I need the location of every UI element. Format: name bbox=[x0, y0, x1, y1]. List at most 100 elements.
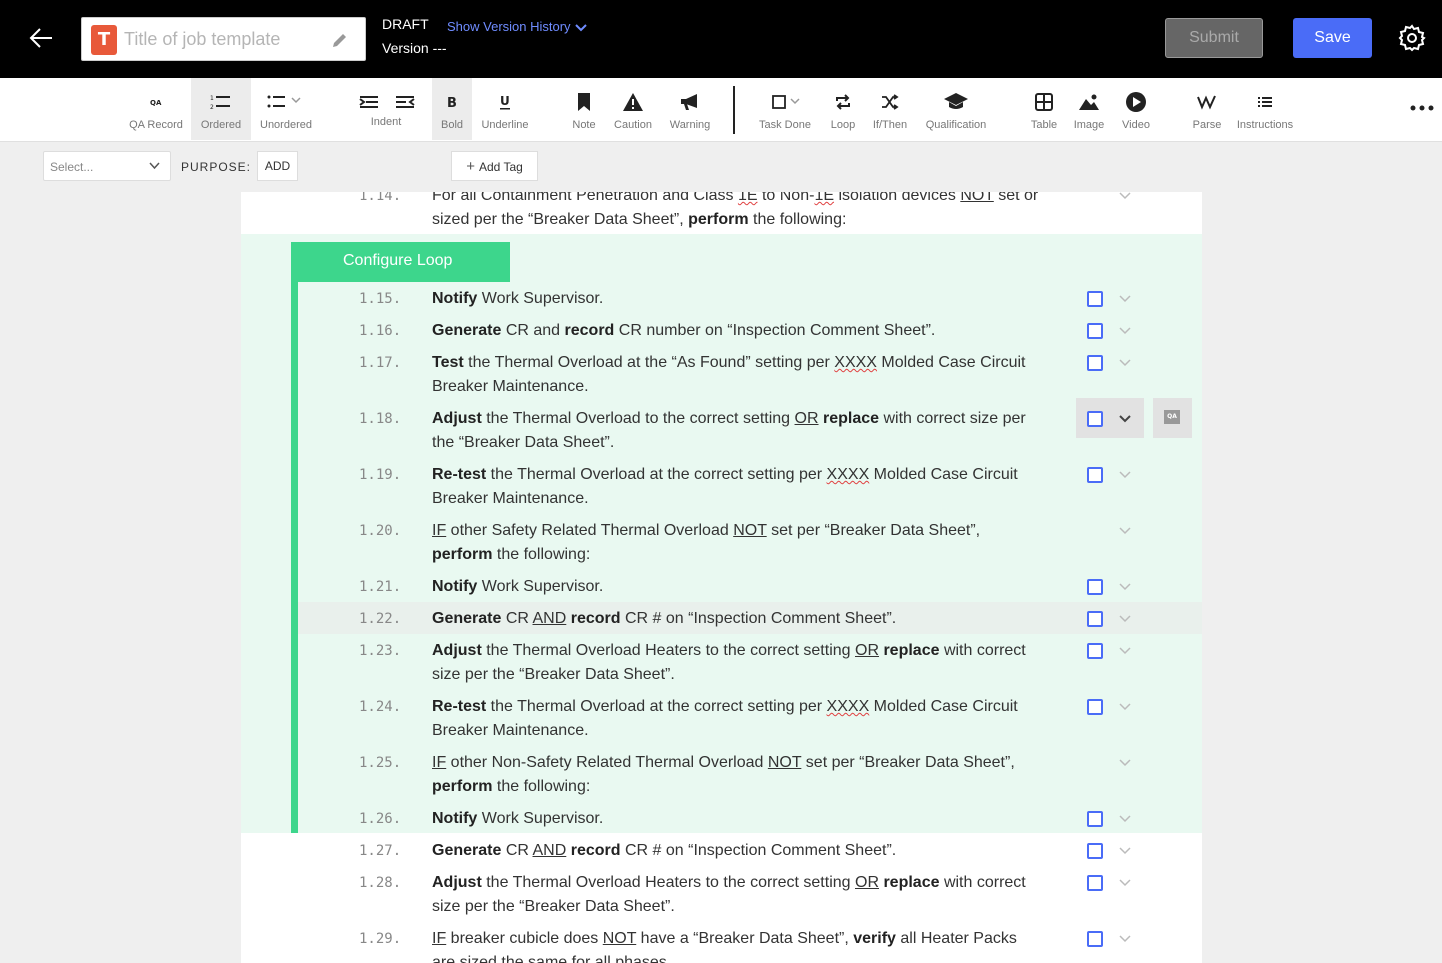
qa-record-button[interactable]: QA bbox=[1153, 398, 1192, 438]
title-input[interactable] bbox=[124, 26, 324, 52]
step-text[interactable]: Notify Work Supervisor. bbox=[432, 287, 1042, 311]
add-purpose-button[interactable]: ADD bbox=[257, 151, 298, 181]
task-checkbox[interactable] bbox=[1087, 579, 1103, 595]
chevron-down-icon[interactable] bbox=[1116, 641, 1134, 659]
toolbar-note[interactable]: Note bbox=[565, 78, 603, 140]
list-icon bbox=[1232, 90, 1298, 114]
svg-text:QA: QA bbox=[150, 99, 162, 107]
step-text[interactable]: For all Containment Penetration and Clas… bbox=[432, 192, 1042, 232]
checkbox-icon bbox=[756, 90, 814, 114]
qa-icon: QA bbox=[1164, 410, 1180, 424]
chevron-down-icon[interactable] bbox=[1116, 577, 1134, 595]
play-icon bbox=[1116, 90, 1156, 114]
toolbar-video[interactable]: Video bbox=[1116, 78, 1156, 140]
toolbar-underline[interactable]: U Underline bbox=[478, 78, 532, 140]
status-label: DRAFT bbox=[382, 16, 429, 32]
task-checkbox[interactable] bbox=[1087, 843, 1103, 859]
bookmark-icon bbox=[565, 90, 603, 114]
toolbar-parse[interactable]: Parse bbox=[1188, 78, 1226, 140]
chevron-down-icon[interactable] bbox=[1116, 409, 1134, 427]
parse-icon bbox=[1188, 90, 1226, 114]
chevron-down-icon[interactable] bbox=[1116, 873, 1134, 891]
top-bar: T DRAFT Version --- Show Version History… bbox=[0, 0, 1442, 78]
step-text[interactable]: Notify Work Supervisor. bbox=[432, 807, 1042, 831]
toolbar-unordered[interactable]: Unordered bbox=[255, 78, 317, 140]
toolbar-image[interactable]: Image bbox=[1068, 78, 1110, 140]
step-text[interactable]: Notify Work Supervisor. bbox=[432, 575, 1042, 599]
megaphone-icon bbox=[665, 90, 715, 114]
document-editor[interactable]: Configure Loop QA 1.14. For all Containm… bbox=[241, 192, 1202, 963]
toolbar-table[interactable]: Table bbox=[1024, 78, 1064, 140]
back-arrow-icon[interactable] bbox=[26, 22, 58, 54]
pencil-icon[interactable] bbox=[330, 30, 350, 50]
task-checkbox[interactable] bbox=[1087, 411, 1103, 427]
chevron-down-icon[interactable] bbox=[1116, 929, 1134, 947]
chevron-down-icon[interactable] bbox=[1116, 521, 1134, 539]
chevron-down-icon[interactable] bbox=[1116, 609, 1134, 627]
toolbar-qa-record[interactable]: QA QA Record bbox=[125, 78, 187, 140]
indent-icon bbox=[353, 90, 419, 114]
toolbar-if-then[interactable]: If/Then bbox=[868, 78, 912, 140]
template-logo-icon: T bbox=[91, 25, 117, 55]
step-text[interactable]: Generate CR and record CR number on “Ins… bbox=[432, 319, 1042, 343]
step-text[interactable]: Re-test the Thermal Overload at the corr… bbox=[432, 463, 1042, 511]
title-field-container[interactable]: T bbox=[81, 17, 366, 61]
purpose-select[interactable]: Select... bbox=[43, 151, 171, 181]
toolbar-loop[interactable]: Loop bbox=[824, 78, 862, 140]
formatting-toolbar: QA QA Record 12 Ordered Unordered Indent… bbox=[0, 78, 1442, 142]
chevron-down-icon[interactable] bbox=[1116, 192, 1134, 204]
svg-text:2: 2 bbox=[210, 104, 214, 111]
task-checkbox[interactable] bbox=[1087, 323, 1103, 339]
step-text[interactable]: IF other Safety Related Thermal Overload… bbox=[432, 519, 1042, 567]
task-checkbox[interactable] bbox=[1087, 699, 1103, 715]
task-checkbox[interactable] bbox=[1087, 611, 1103, 627]
toolbar-qualification[interactable]: Qualification bbox=[920, 78, 992, 140]
plus-icon: + bbox=[466, 157, 475, 175]
task-checkbox[interactable] bbox=[1087, 875, 1103, 891]
task-checkbox[interactable] bbox=[1087, 467, 1103, 483]
toolbar-indent[interactable]: Indent bbox=[353, 78, 419, 140]
submit-button[interactable]: Submit bbox=[1165, 18, 1263, 58]
purpose-label: PURPOSE: bbox=[181, 160, 252, 174]
bold-icon: B bbox=[432, 90, 472, 114]
task-checkbox[interactable] bbox=[1087, 291, 1103, 307]
loop-icon bbox=[824, 90, 862, 114]
toolbar-ordered[interactable]: 12 Ordered bbox=[191, 78, 251, 140]
step-text[interactable]: Adjust the Thermal Overload Heaters to t… bbox=[432, 871, 1042, 919]
chevron-down-icon[interactable] bbox=[1116, 697, 1134, 715]
task-checkbox[interactable] bbox=[1087, 643, 1103, 659]
toolbar-instructions[interactable]: Instructions bbox=[1232, 78, 1298, 140]
toolbar-bold[interactable]: B Bold bbox=[432, 78, 472, 140]
shuffle-icon bbox=[868, 90, 912, 114]
chevron-down-icon[interactable] bbox=[1116, 809, 1134, 827]
chevron-down-icon[interactable] bbox=[1116, 321, 1134, 339]
chevron-down-icon[interactable] bbox=[1116, 753, 1134, 771]
toolbar-caution[interactable]: Caution bbox=[610, 78, 656, 140]
toolbar-warning[interactable]: Warning bbox=[665, 78, 715, 140]
chevron-down-icon[interactable] bbox=[1116, 465, 1134, 483]
toolbar-task-done[interactable]: Task Done bbox=[756, 78, 814, 140]
gear-icon[interactable] bbox=[1398, 24, 1426, 52]
step-text[interactable]: IF breaker cubicle does NOT have a “Brea… bbox=[432, 927, 1042, 963]
chevron-down-icon[interactable] bbox=[1116, 289, 1134, 307]
step-text[interactable]: Adjust the Thermal Overload to the corre… bbox=[432, 407, 1042, 455]
add-tag-button[interactable]: + Add Tag bbox=[451, 151, 538, 181]
task-checkbox[interactable] bbox=[1087, 931, 1103, 947]
filter-bar: Select... PURPOSE: ADD + Add Tag bbox=[0, 142, 1442, 192]
save-button[interactable]: Save bbox=[1293, 18, 1372, 58]
chevron-down-icon[interactable] bbox=[1116, 841, 1134, 859]
step-text[interactable]: Test the Thermal Overload at the “As Fou… bbox=[432, 351, 1042, 399]
select-placeholder: Select... bbox=[50, 160, 94, 174]
task-checkbox[interactable] bbox=[1087, 355, 1103, 371]
version-history-link[interactable]: Show Version History bbox=[447, 19, 587, 34]
step-text[interactable]: Generate CR AND record CR # on “Inspecti… bbox=[432, 607, 1042, 631]
step-text[interactable]: IF other Non-Safety Related Thermal Over… bbox=[432, 751, 1042, 799]
task-checkbox[interactable] bbox=[1087, 811, 1103, 827]
more-options-icon[interactable] bbox=[1408, 98, 1436, 118]
chevron-down-icon[interactable] bbox=[1116, 353, 1134, 371]
step-text[interactable]: Generate CR AND record CR # on “Inspecti… bbox=[432, 839, 1042, 863]
loop-title[interactable]: Configure Loop bbox=[291, 242, 510, 282]
table-icon bbox=[1024, 90, 1064, 114]
step-text[interactable]: Adjust the Thermal Overload Heaters to t… bbox=[432, 639, 1042, 687]
step-text[interactable]: Re-test the Thermal Overload at the corr… bbox=[432, 695, 1042, 743]
